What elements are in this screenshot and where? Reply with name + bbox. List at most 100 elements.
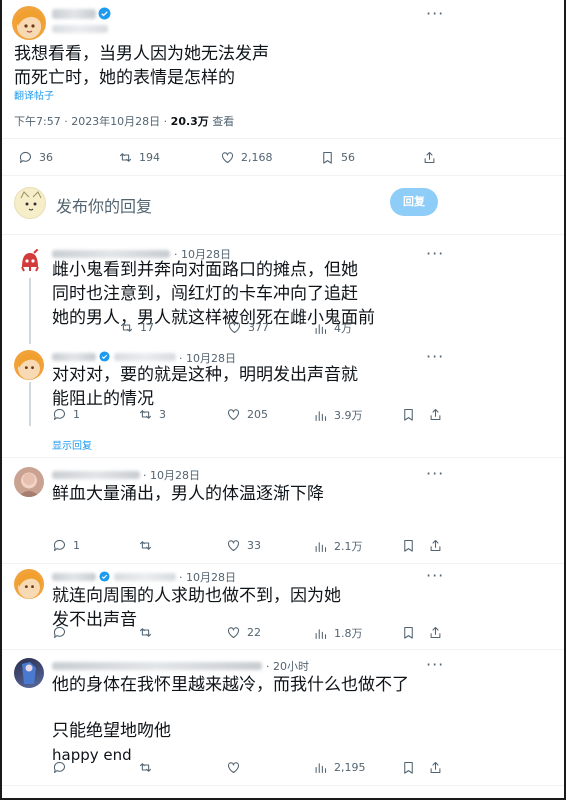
author-avatar[interactable] [12,6,46,40]
reply-1-avatar[interactable] [16,247,44,275]
views-icon [315,541,327,552]
reply-5-author-redacted[interactable] [52,662,262,670]
reply-4-line-1: 就连向周围的人求助也做不到，因为她 [52,586,341,606]
reply-2-author-redacted[interactable] [52,353,96,361]
thread-line [29,382,31,426]
reply-4-more-icon[interactable]: ··· [426,566,444,585]
reply-5-avatar[interactable] [14,658,44,688]
current-user-avatar[interactable] [14,187,46,219]
retweet-icon [139,763,152,772]
reply-3-retweet[interactable] [138,538,153,553]
reply-2-reply[interactable]: 1 [52,407,80,422]
reply-1-like[interactable]: 377 [227,320,269,335]
reply-3-line-1: 鲜血大量涌出，男人的体温逐渐下降 [52,484,324,504]
main-tweet-text: 我想看看，当男人因为她无法发声 而死亡时，她的表情是怎样的 [14,42,454,90]
verified-badge-icon [99,571,110,582]
bookmark-icon [404,761,413,774]
reply-4-share[interactable] [428,625,443,640]
reply-4-retweet[interactable] [138,625,153,640]
reply-2-retweet[interactable]: 3 [138,407,166,422]
reply-1-view-count: 4万 [334,322,352,335]
reply-submit-button[interactable]: 回复 [390,188,438,216]
reply-4-bookmark[interactable] [401,625,416,640]
reply-5-like[interactable] [226,760,241,775]
tweet-view-count: 20.3万 [170,115,209,128]
reply-composer-input[interactable]: 发布你的回复 [56,193,356,217]
reply-2-reply-count: 1 [73,408,80,421]
divider [2,138,564,139]
reply-1-line-2: 同时也注意到，闯红灯的卡车冲向了追赶 [52,284,358,304]
reply-icon [53,539,66,552]
avatar-face-icon [17,572,42,589]
bookmark-action[interactable]: 56 [320,150,355,165]
reply-2-like[interactable]: 205 [226,407,268,422]
reply-4-view-count: 1.8万 [334,627,363,640]
reply-3-view-count: 2.1万 [334,540,363,553]
reply-5-share[interactable] [428,760,443,775]
reply-4-handle-redacted[interactable] [114,573,176,581]
views-icon [315,410,327,421]
divider [2,234,564,235]
reply-1-retweet[interactable]: 17 [119,320,154,335]
reply-1-author-redacted[interactable] [52,250,170,258]
reply-2-share[interactable] [428,407,443,422]
heart-icon [228,322,241,334]
share-icon [424,151,435,164]
reply-3-text: 鲜血大量涌出，男人的体温逐渐下降 [52,482,452,506]
reply-2-avatar[interactable] [14,350,44,380]
reply-4-like-count: 22 [247,626,261,639]
retweet-icon [139,410,152,419]
avatar-face-icon [17,353,42,370]
reply-2-view-count: 3.9万 [334,409,363,422]
reply-2-bookmark[interactable] [401,407,416,422]
reply-3-reply-count: 1 [73,539,80,552]
reply-5-more-icon[interactable]: ··· [426,655,444,674]
reply-1-retweet-count: 17 [140,321,154,334]
reply-3-more-icon[interactable]: ··· [426,464,444,483]
reply-3-share[interactable] [428,538,443,553]
reply-3-views[interactable]: 2.1万 [313,538,363,554]
share-action[interactable] [422,150,437,165]
main-tweet-line-1: 我想看看，当男人因为她无法发声 [14,44,269,64]
reply-2-views[interactable]: 3.9万 [313,407,363,423]
reply-4-avatar[interactable] [14,569,44,599]
reply-4-author-redacted[interactable] [52,573,96,581]
views-icon [315,763,327,774]
author-name-redacted[interactable] [52,9,96,19]
reply-4-reply[interactable] [52,625,67,640]
verified-badge-icon [99,351,110,362]
reply-4-like[interactable]: 22 [226,625,261,640]
like-action[interactable]: 2,168 [220,150,273,165]
reply-2-handle-redacted[interactable] [114,353,176,361]
reply-3-bookmark[interactable] [401,538,416,553]
retweet-icon [139,541,152,550]
main-tweet-line-2: 而死亡时，她的表情是怎样的 [14,68,235,88]
reply-3-reply[interactable]: 1 [52,538,80,553]
reply-3-author-redacted[interactable] [52,471,140,479]
retweet-count: 194 [139,151,160,164]
retweet-action[interactable]: 194 [118,150,160,165]
bookmark-icon [323,151,332,164]
views-icon [315,628,327,639]
retweet-icon [119,153,132,162]
reply-5-reply[interactable] [52,760,67,775]
reply-icon [19,151,32,164]
reply-icon [53,761,66,774]
reply-count: 36 [39,151,53,164]
reply-1-views[interactable]: 4万 [313,320,352,336]
reply-3-avatar[interactable] [14,467,44,497]
translate-link[interactable]: 翻译帖子 [14,87,54,102]
share-icon [430,408,441,421]
portrait-icon [18,473,40,497]
reply-icon [53,408,66,421]
reply-3-like[interactable]: 33 [226,538,261,553]
reply-5-views[interactable]: 2,195 [313,760,366,775]
reply-action[interactable]: 36 [18,150,53,165]
author-handle-redacted[interactable] [52,25,108,33]
reply-5-retweet[interactable] [138,760,153,775]
reply-4-views[interactable]: 1.8万 [313,625,363,641]
more-options-icon[interactable]: ··· [426,4,444,23]
retweet-icon [139,628,152,637]
reply-5-bookmark[interactable] [401,760,416,775]
show-replies-link[interactable]: 显示回复 [52,437,92,452]
